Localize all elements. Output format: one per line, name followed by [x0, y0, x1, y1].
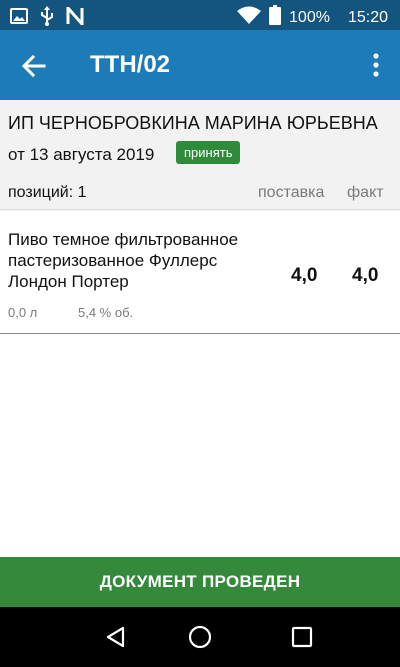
document-posted-bar[interactable]: ДОКУМЕНТ ПРОВЕДЕН	[0, 557, 400, 607]
document-header: ИП ЧЕРНОБРОВКИНА МАРИНА ЮРЬЕВНА от 13 ав…	[0, 100, 400, 210]
document-posted-label: ДОКУМЕНТ ПРОВЕДЕН	[99, 572, 301, 591]
recents-square-icon[interactable]	[290, 625, 314, 649]
positions-count: позиций: 1	[8, 184, 87, 201]
clock: 15:20	[347, 8, 388, 26]
back-triangle-icon[interactable]	[104, 625, 128, 649]
column-header-supply: поставка	[258, 184, 325, 201]
status-bar-right: 100% 15:20	[237, 5, 388, 30]
items-list: Пиво темное фильтрованное пастеризованно…	[0, 211, 400, 557]
system-nav-bar	[0, 607, 400, 667]
status-bar-left-icons	[10, 6, 84, 26]
item-supply-qty: 4,0	[291, 265, 318, 286]
usb-icon	[40, 6, 54, 26]
list-item[interactable]: Пиво темное фильтрованное пастеризованно…	[0, 211, 400, 334]
n-icon	[66, 7, 84, 25]
document-date: от 13 августа 2019	[8, 145, 155, 164]
battery-icon	[269, 5, 282, 30]
home-circle-icon[interactable]	[188, 625, 212, 649]
item-volume: 0,0 л	[8, 305, 38, 320]
organization-name: ИП ЧЕРНОБРОВКИНА МАРИНА ЮРЬЕВНА	[8, 113, 378, 133]
battery-percent: 100%	[289, 8, 330, 26]
wifi-icon	[237, 6, 262, 29]
status-bar: 100% 15:20	[0, 0, 400, 30]
accept-badge[interactable]: принять	[176, 141, 241, 164]
item-name: Пиво темное фильтрованное пастеризованно…	[8, 230, 239, 291]
image-icon	[10, 8, 28, 24]
page-title: ТТН/02	[90, 51, 171, 78]
item-abv: 5,4 % об.	[78, 305, 134, 320]
app-bar: ТТН/02	[0, 30, 400, 100]
arrow-left-icon[interactable]	[20, 52, 48, 80]
more-vert-icon[interactable]	[370, 52, 382, 78]
column-header-fact: факт	[347, 184, 384, 201]
item-fact-qty: 4,0	[352, 265, 379, 286]
